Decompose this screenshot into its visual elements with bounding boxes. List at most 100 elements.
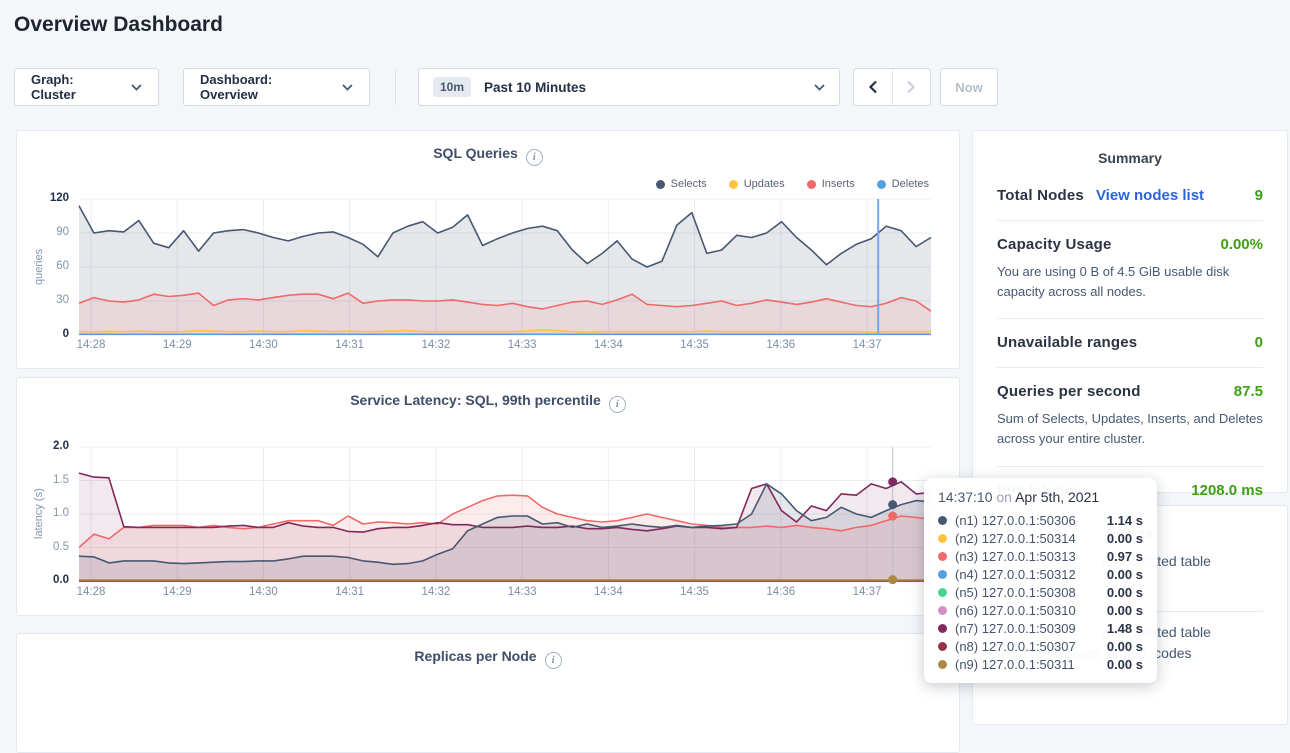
- x-axis-tick: 14:35: [673, 586, 717, 598]
- summary-row-description: You are using 0 B of 4.5 GiB usable disk…: [997, 262, 1263, 302]
- sql-queries-legend: Selects Updates Inserts Deletes: [656, 178, 929, 190]
- summary-row: Unavailable ranges 0: [997, 318, 1263, 367]
- tooltip-node-address: (n5) 127.0.0.1:50308: [955, 585, 1076, 600]
- tooltip-time: 14:37:10: [938, 489, 993, 505]
- chevron-right-icon: [906, 80, 916, 94]
- summary-row: Capacity Usage 0.00% You are using 0 B of …: [997, 220, 1263, 318]
- replicas-title-text: Replicas per Node: [414, 648, 536, 664]
- page-title: Overview Dashboard: [14, 13, 223, 37]
- service-latency-panel: Service Latency: SQL, 99th percentilei 0…: [16, 377, 960, 616]
- prev-time-button[interactable]: [854, 69, 893, 105]
- legend-dot-icon: [729, 180, 738, 189]
- y-axis-unit-label: latency (s): [31, 447, 47, 581]
- tooltip-node-value: 0.00 s: [1107, 567, 1143, 582]
- legend-item-selects: Selects: [656, 178, 707, 190]
- x-axis-tick: 14:37: [845, 586, 889, 598]
- dashboard-dropdown-label: Dashboard: Overview: [200, 72, 332, 102]
- tooltip-date: Apr 5th, 2021: [1015, 489, 1099, 505]
- summary-row-value: 0: [1255, 334, 1263, 351]
- sql-queries-panel: SQL Queriesi Selects Updates Inserts Delete…: [16, 130, 960, 369]
- tooltip-node-value: 0.00 s: [1107, 603, 1143, 618]
- tooltip-node-address: (n1) 127.0.0.1:50306: [955, 513, 1076, 528]
- summary-title: Summary: [973, 131, 1287, 166]
- x-axis-tick: 14:29: [155, 339, 199, 351]
- tooltip-rows: (n1) 127.0.0.1:50306 1.14 s(n2) 127.0.0.1…: [938, 511, 1143, 673]
- legend-label: Inserts: [822, 178, 855, 190]
- tooltip-node-row: (n6) 127.0.0.1:50310 0.00 s: [938, 601, 1143, 619]
- summary-row-value: 1208.0 ms: [1191, 482, 1263, 499]
- time-step-buttons: [853, 68, 931, 106]
- tooltip-on-word: on: [996, 489, 1012, 505]
- view-nodes-list-link[interactable]: View nodes list: [1096, 187, 1204, 204]
- tooltip-node-value: 0.00 s: [1107, 585, 1143, 600]
- replicas-per-node-title: Replicas per Node i: [17, 648, 959, 669]
- summary-row-label: Total Nodes: [997, 187, 1084, 204]
- legend-label: Selects: [671, 178, 707, 190]
- x-axis-tick: 14:37: [845, 339, 889, 351]
- summary-row: Queries per second87.5Sum of Selects, Up…: [997, 367, 1263, 465]
- tooltip-node-value: 1.14 s: [1107, 513, 1143, 528]
- next-time-button[interactable]: [893, 69, 931, 105]
- info-icon[interactable]: i: [545, 652, 562, 669]
- graph-dropdown-label: Graph: Cluster: [31, 72, 121, 102]
- x-axis-tick: 14:30: [241, 339, 285, 351]
- summary-row: Total Nodes View nodes list 9: [997, 172, 1263, 220]
- legend-dot-icon: [807, 180, 816, 189]
- toolbar-divider: [395, 69, 396, 105]
- summary-row-label: Capacity Usage: [997, 236, 1112, 253]
- summary-row-value: 9: [1255, 187, 1263, 204]
- tooltip-node-row: (n5) 127.0.0.1:50308 0.00 s: [938, 583, 1143, 601]
- node-color-dot-icon: [938, 570, 947, 579]
- graph-dropdown[interactable]: Graph: Cluster: [14, 68, 159, 106]
- x-axis-tick: 14:33: [500, 339, 544, 351]
- tooltip-node-row: (n2) 127.0.0.1:503140.00 s: [938, 529, 1143, 547]
- summary-row-head: Unavailable ranges 0: [997, 334, 1263, 351]
- summary-panel: Summary Total Nodes View nodes list 9 Capac…: [972, 130, 1288, 493]
- x-axis-tick: 14:34: [586, 339, 630, 351]
- summary-row-label: Unavailable ranges: [997, 334, 1137, 351]
- legend-item-deletes: Deletes: [877, 178, 929, 190]
- x-axis-tick: 14:31: [328, 339, 372, 351]
- node-color-dot-icon: [938, 516, 947, 525]
- summary-rows: Total Nodes View nodes list 9 Capacity Usag…: [973, 166, 1287, 515]
- chevron-left-icon: [868, 80, 878, 94]
- x-axis-tick: 14:32: [414, 586, 458, 598]
- x-axis-tick: 14:36: [759, 586, 803, 598]
- time-range-dropdown[interactable]: 10m Past 10 Minutes: [418, 68, 840, 106]
- info-icon[interactable]: i: [526, 149, 543, 166]
- summary-row-head: Total Nodes View nodes list 9: [997, 187, 1263, 204]
- node-color-dot-icon: [938, 642, 947, 651]
- tooltip-node-address: (n3) 127.0.0.1:50313: [955, 549, 1076, 564]
- info-icon[interactable]: i: [609, 396, 626, 413]
- time-range-badge: 10m: [433, 77, 471, 97]
- now-button[interactable]: Now: [940, 68, 998, 106]
- tooltip-node-address: (n7) 127.0.0.1:50309: [955, 621, 1076, 636]
- tooltip-node-row: (n8) 127.0.0.1:50307 0.00 s: [938, 637, 1143, 655]
- x-axis-tick: 14:29: [155, 586, 199, 598]
- summary-row-value: 87.5: [1234, 383, 1263, 400]
- lat-chart-plot[interactable]: [79, 447, 931, 581]
- node-color-dot-icon: [938, 552, 947, 561]
- x-axis-tick: 14:35: [673, 339, 717, 351]
- chevron-down-icon: [131, 84, 142, 91]
- tooltip-node-address: (n6) 127.0.0.1:50310: [955, 603, 1076, 618]
- legend-item-updates: Updates: [729, 178, 785, 190]
- sql-queries-title: SQL Queriesi: [17, 145, 959, 166]
- summary-row-value: 0.00%: [1220, 236, 1263, 253]
- node-color-dot-icon: [938, 534, 947, 543]
- chevron-down-icon: [342, 84, 353, 91]
- tooltip-node-row: (n1) 127.0.0.1:50306 1.14 s: [938, 511, 1143, 529]
- x-axis-tick: 14:28: [69, 586, 113, 598]
- node-color-dot-icon: [938, 606, 947, 615]
- summary-row-head: Capacity Usage 0.00%: [997, 236, 1263, 253]
- sql-chart-plot[interactable]: [79, 199, 931, 335]
- tooltip-node-value: 0.00 s: [1107, 639, 1143, 654]
- tooltip-timestamp: 14:37:10 on Apr 5th, 2021: [938, 489, 1143, 505]
- service-latency-title-text: Service Latency: SQL, 99th percentile: [350, 392, 601, 408]
- tooltip-node-address: (n8) 127.0.0.1:50307: [955, 639, 1076, 654]
- dashboard-dropdown[interactable]: Dashboard: Overview: [183, 68, 370, 106]
- tooltip-node-address: (n9) 127.0.0.1:50311: [955, 657, 1075, 672]
- chart-hover-tooltip: 14:37:10 on Apr 5th, 2021 (n1) 127.0.0.1…: [924, 478, 1157, 683]
- tooltip-node-row: (n4) 127.0.0.1:503120.00 s: [938, 565, 1143, 583]
- legend-label: Deletes: [892, 178, 929, 190]
